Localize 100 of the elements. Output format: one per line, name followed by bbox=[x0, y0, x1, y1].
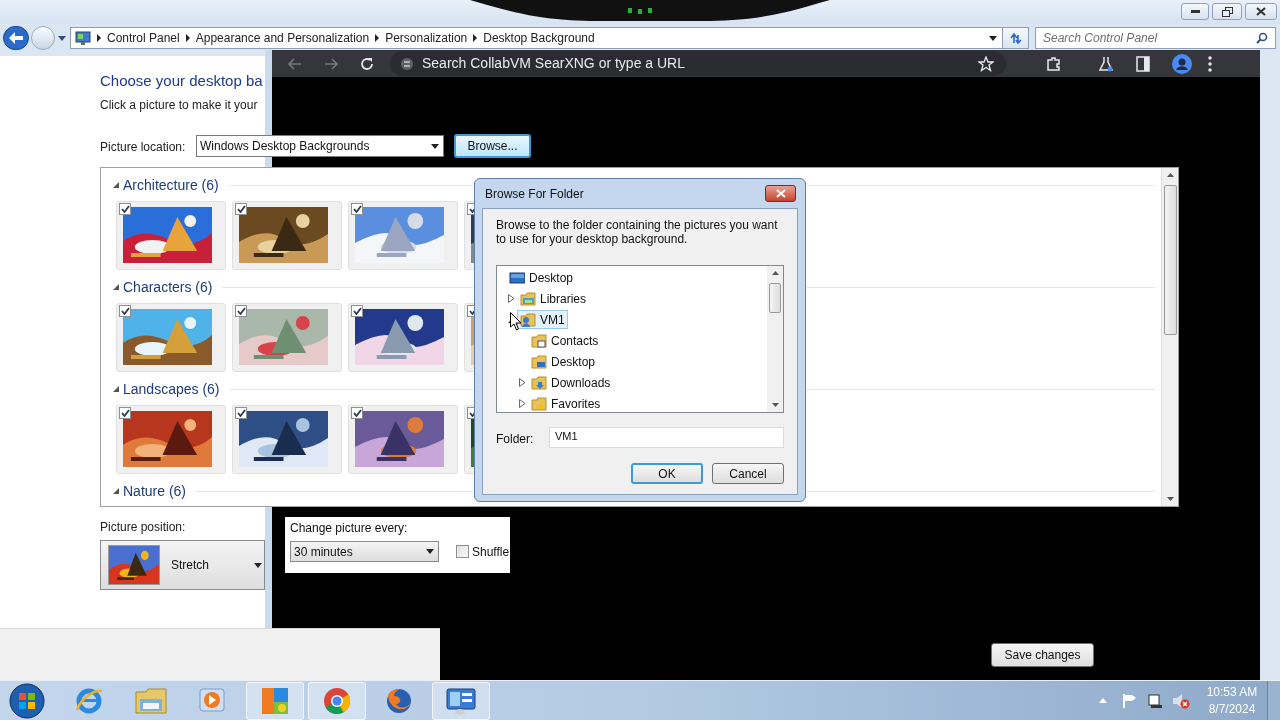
checkmark-icon bbox=[236, 409, 246, 417]
checkbox[interactable] bbox=[351, 305, 363, 317]
wallpaper-thumbnail[interactable] bbox=[116, 405, 226, 474]
dialog-button[interactable]: Cancel bbox=[712, 463, 784, 484]
menu-icon[interactable] bbox=[1208, 55, 1212, 72]
folder-tree-item[interactable]: Downloads bbox=[528, 373, 614, 392]
close-button[interactable] bbox=[1245, 3, 1277, 20]
scroll-down-arrow-icon[interactable] bbox=[1166, 497, 1174, 501]
breadcrumb-link[interactable]: Control Panel bbox=[107, 29, 180, 47]
checkmark-icon bbox=[120, 307, 130, 315]
checkbox[interactable] bbox=[235, 305, 247, 317]
taskbar-button[interactable] bbox=[432, 681, 490, 720]
chevron-icon bbox=[96, 34, 102, 42]
taskbar-button[interactable] bbox=[246, 681, 304, 720]
search-field[interactable]: Search Control Panel bbox=[1035, 27, 1276, 49]
wallpaper-thumbnail[interactable] bbox=[116, 201, 226, 270]
chevron-icon bbox=[374, 34, 381, 42]
breadcrumb-link[interactable]: Appearance and Personalization bbox=[195, 29, 370, 47]
interval-dropdown[interactable]: 30 minutes bbox=[290, 541, 439, 562]
expand-arrow-icon[interactable] bbox=[519, 378, 526, 387]
show-desktop-button[interactable] bbox=[1267, 680, 1280, 720]
address-dropdown-icon bbox=[989, 35, 997, 41]
breadcrumb-link[interactable]: Personalization bbox=[385, 29, 468, 47]
collapse-arrow-icon[interactable] bbox=[112, 181, 120, 189]
checkbox[interactable] bbox=[351, 407, 363, 419]
start-button[interactable] bbox=[7, 681, 47, 720]
scroll-down-arrow-icon[interactable] bbox=[771, 403, 779, 407]
wallpaper-thumbnail[interactable] bbox=[348, 405, 458, 474]
expand-arrow-icon[interactable] bbox=[519, 399, 526, 408]
folder-tree-item[interactable]: Libraries bbox=[517, 289, 590, 308]
monitor-icon bbox=[75, 30, 91, 46]
wallpaper-thumbnail[interactable] bbox=[232, 405, 342, 474]
clock-time: 10:53 AM bbox=[1206, 683, 1258, 701]
scroll-thumb[interactable] bbox=[1163, 185, 1177, 335]
checkbox[interactable] bbox=[351, 203, 363, 215]
control-panel-icon bbox=[445, 685, 477, 716]
folder-tree-item[interactable]: Desktop bbox=[506, 268, 577, 287]
downloads-folder-icon bbox=[531, 374, 547, 391]
breadcrumb-link[interactable]: Desktop Background bbox=[483, 29, 595, 47]
group-heading: Nature (6) bbox=[123, 481, 187, 501]
checkmark-icon bbox=[236, 307, 246, 315]
back-arrow-icon[interactable] bbox=[288, 57, 302, 70]
scrollbar[interactable] bbox=[767, 266, 783, 412]
picture-position-dropdown[interactable]: Stretch bbox=[100, 540, 265, 590]
back-button[interactable] bbox=[3, 26, 29, 50]
taskbar-button[interactable] bbox=[308, 681, 366, 720]
star-icon[interactable] bbox=[978, 55, 994, 72]
folder-tree-item[interactable]: Favorites bbox=[528, 394, 604, 412]
wallpaper-thumbnail[interactable] bbox=[232, 303, 342, 372]
close-icon bbox=[775, 189, 786, 198]
forward-arrow-icon[interactable] bbox=[324, 57, 338, 70]
scrollbar[interactable] bbox=[1161, 168, 1178, 506]
browse-button[interactable]: Browse... bbox=[454, 134, 531, 158]
search-engine-icon bbox=[400, 56, 414, 71]
collapse-arrow-icon[interactable] bbox=[112, 487, 120, 495]
checkbox[interactable] bbox=[119, 305, 131, 317]
minimize-button[interactable] bbox=[1181, 3, 1209, 20]
back-arrow-icon bbox=[9, 32, 23, 44]
wallpaper-thumbnail[interactable] bbox=[348, 201, 458, 270]
scroll-up-arrow-icon[interactable] bbox=[771, 271, 779, 275]
close-button[interactable] bbox=[765, 185, 796, 202]
scroll-thumb[interactable] bbox=[769, 283, 781, 313]
address-bar[interactable]: Search CollabVM SearXNG or type a URL bbox=[390, 51, 1006, 76]
play-icon bbox=[198, 686, 228, 715]
reload-icon[interactable] bbox=[360, 56, 374, 71]
page-instructions: Click a picture to make it your bbox=[100, 97, 258, 114]
picture-location-dropdown[interactable]: Windows Desktop Backgrounds bbox=[196, 135, 444, 157]
checkmark-icon bbox=[352, 205, 362, 213]
expand-arrow-icon[interactable] bbox=[508, 294, 515, 303]
puzzle-piece-icon[interactable] bbox=[1046, 55, 1062, 72]
folder-tree-item[interactable]: Contacts bbox=[528, 331, 602, 350]
checkbox[interactable] bbox=[235, 203, 247, 215]
address-bar[interactable]: Control Panel Appearance and Personalization Personalization Desktop Background bbox=[70, 27, 1003, 49]
network-icon[interactable] bbox=[1147, 692, 1163, 709]
checkbox[interactable] bbox=[119, 407, 131, 419]
collapse-arrow-icon[interactable] bbox=[112, 385, 120, 393]
checkbox[interactable] bbox=[119, 203, 131, 215]
save-changes-button[interactable]: Save changes bbox=[991, 643, 1094, 667]
volume-muted-icon[interactable] bbox=[1172, 692, 1190, 709]
checkbox[interactable] bbox=[456, 545, 469, 558]
favorites-folder-icon bbox=[531, 395, 547, 412]
restore-button[interactable] bbox=[1212, 3, 1242, 20]
folder-tree-item[interactable]: Desktop bbox=[528, 352, 599, 371]
collapse-arrow-icon[interactable] bbox=[112, 283, 120, 291]
folder-tree-item[interactable]: VM1 bbox=[517, 310, 568, 329]
checkbox[interactable] bbox=[235, 407, 247, 419]
desktop-icon bbox=[509, 269, 525, 286]
checkmark-icon bbox=[236, 205, 246, 213]
folder-input-field[interactable]: VM1 bbox=[549, 427, 784, 448]
wallpaper-thumbnail[interactable] bbox=[348, 303, 458, 372]
refresh-button[interactable] bbox=[1003, 27, 1029, 49]
dialog-button[interactable]: OK bbox=[631, 463, 703, 484]
search-icon bbox=[1256, 32, 1268, 44]
scroll-up-arrow-icon[interactable] bbox=[1166, 173, 1174, 177]
flask-icon[interactable] bbox=[1098, 55, 1114, 72]
profile-avatar-icon[interactable] bbox=[1172, 53, 1192, 74]
side-panel-icon[interactable] bbox=[1136, 55, 1150, 72]
wallpaper-thumbnail[interactable] bbox=[232, 201, 342, 270]
minimize-icon bbox=[1190, 10, 1200, 13]
wallpaper-thumbnail[interactable] bbox=[116, 303, 226, 372]
